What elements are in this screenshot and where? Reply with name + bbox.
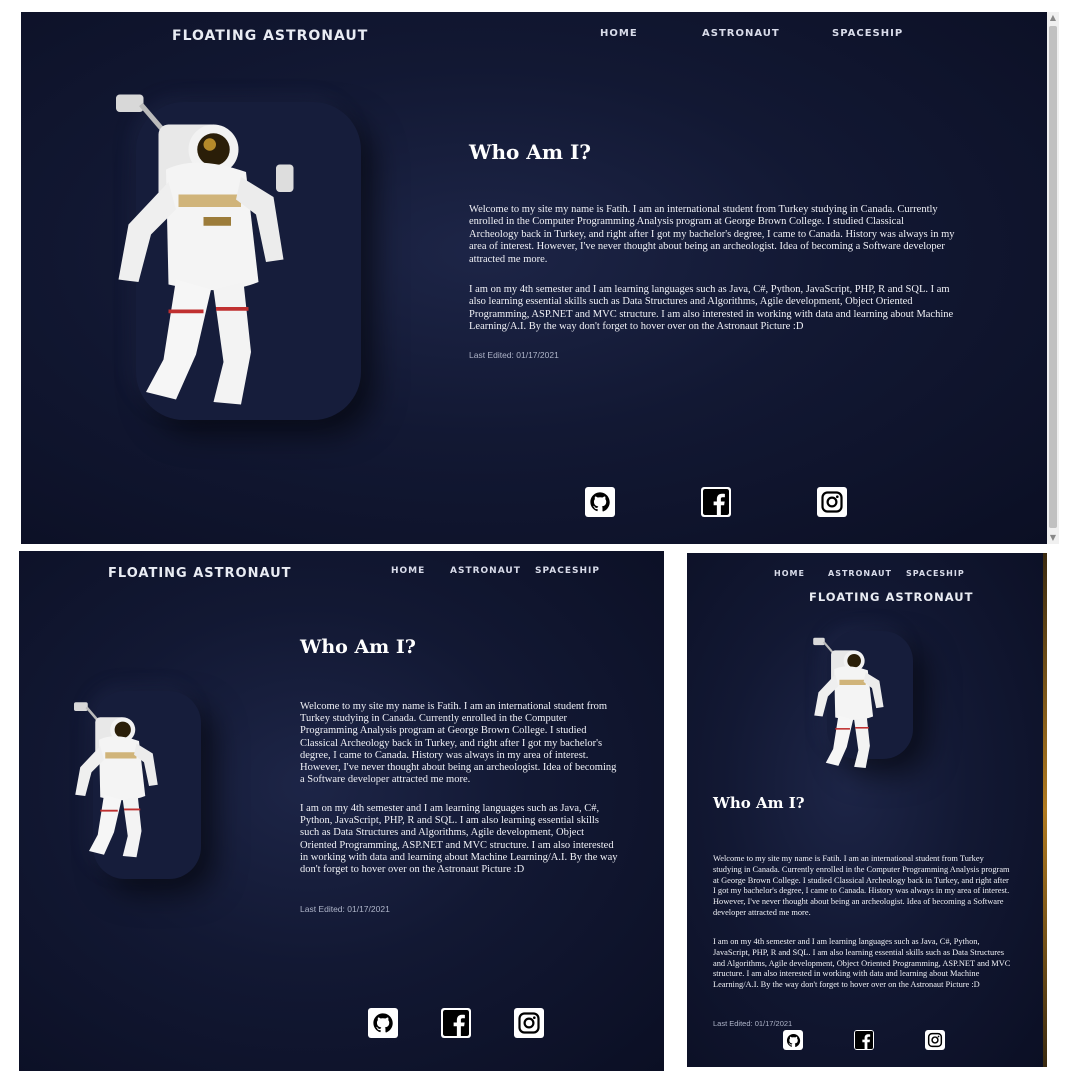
instagram-icon — [927, 1032, 943, 1048]
github-link[interactable] — [783, 1030, 803, 1050]
skills-paragraph: I am on my 4th semester and I am learnin… — [713, 937, 1011, 990]
nav-spaceship[interactable]: SPACESHIP — [535, 566, 600, 576]
nav-spaceship[interactable]: SPACESHIP — [832, 28, 903, 39]
skills-paragraph: I am on my 4th semester and I am learnin… — [469, 284, 954, 333]
page-title: Who Am I? — [469, 140, 592, 164]
last-edited: Last Edited: 01/17/2021 — [469, 350, 559, 360]
facebook-icon — [703, 489, 729, 515]
skills-paragraph: I am on my 4th semester and I am learnin… — [300, 803, 618, 876]
facebook-icon — [443, 1010, 469, 1036]
page-title: Who Am I? — [713, 794, 805, 812]
instagram-link[interactable] — [817, 487, 847, 517]
nav-spaceship[interactable]: SPACESHIP — [906, 569, 965, 578]
brand-logo[interactable]: FLOATING ASTRONAUT — [108, 566, 292, 581]
instagram-link[interactable] — [514, 1008, 544, 1038]
nav-home[interactable]: HOME — [391, 566, 425, 576]
facebook-link[interactable] — [441, 1008, 471, 1038]
intro-paragraph: Welcome to my site my name is Fatih. I a… — [713, 854, 1010, 917]
page-title: Who Am I? — [300, 636, 416, 658]
vertical-scrollbar[interactable]: ▲ ▼ — [1047, 12, 1059, 544]
nav-astronaut[interactable]: ASTRONAUT — [450, 566, 521, 576]
instagram-icon — [518, 1012, 540, 1034]
nav-home[interactable]: HOME — [600, 28, 638, 39]
intro-paragraph: Welcome to my site my name is Fatih. I a… — [469, 204, 955, 265]
github-icon — [590, 492, 610, 512]
github-link[interactable] — [585, 487, 615, 517]
facebook-icon — [855, 1031, 873, 1049]
scroll-up-arrow-icon[interactable]: ▲ — [1047, 12, 1059, 24]
brand-logo[interactable]: FLOATING ASTRONAUT — [809, 590, 973, 604]
nav-home[interactable]: HOME — [774, 569, 805, 578]
github-icon — [786, 1033, 800, 1047]
tablet-screenshot: FLOATING ASTRONAUT HOME ASTRONAUT SPACES… — [19, 551, 664, 1071]
astronaut-image[interactable] — [69, 691, 169, 876]
nav-astronaut[interactable]: ASTRONAUT — [702, 28, 780, 39]
last-edited: Last Edited: 01/17/2021 — [713, 1019, 793, 1028]
background-edge — [1043, 553, 1047, 1067]
github-link[interactable] — [368, 1008, 398, 1038]
last-edited: Last Edited: 01/17/2021 — [300, 904, 390, 914]
instagram-link[interactable] — [925, 1030, 945, 1050]
astronaut-image[interactable] — [809, 625, 893, 787]
scroll-down-arrow-icon[interactable]: ▼ — [1047, 532, 1059, 544]
mobile-screenshot: HOME ASTRONAUT SPACESHIP FLOATING ASTRON… — [687, 553, 1043, 1067]
scrollbar-thumb[interactable] — [1049, 26, 1057, 528]
intro-paragraph: Welcome to my site my name is Fatih. I a… — [300, 701, 617, 786]
github-icon — [373, 1013, 393, 1033]
facebook-link[interactable] — [701, 487, 731, 517]
astronaut-image[interactable] — [106, 92, 306, 422]
facebook-link[interactable] — [854, 1030, 874, 1050]
nav-astronaut[interactable]: ASTRONAUT — [828, 569, 892, 578]
brand-logo[interactable]: FLOATING ASTRONAUT — [172, 28, 368, 44]
desktop-screenshot: FLOATING ASTRONAUT HOME ASTRONAUT SPACES… — [21, 12, 1047, 544]
instagram-icon — [821, 491, 843, 513]
